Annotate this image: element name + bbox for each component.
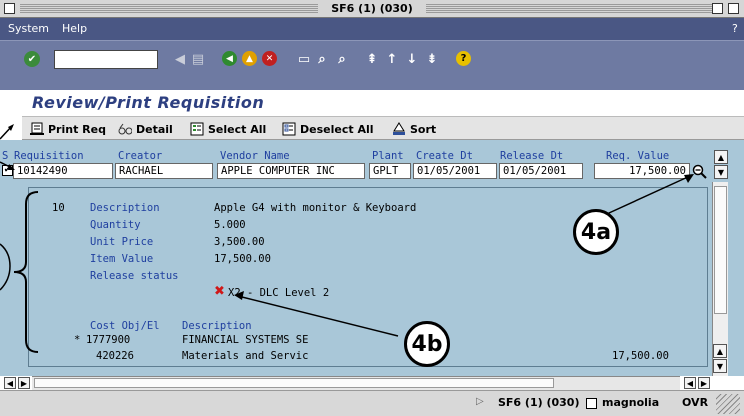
arrow-head-row [8, 164, 15, 170]
arrow-4b-head [234, 291, 244, 300]
callout-4b: 4b [404, 321, 450, 367]
arrow-4a-line [597, 175, 691, 219]
left-edge-callout-arc [0, 243, 11, 291]
arrow-4b-line [237, 295, 399, 337]
callout-4a: 4a [573, 209, 619, 255]
annotation-layer [0, 124, 694, 353]
detail-brace [13, 191, 39, 353]
